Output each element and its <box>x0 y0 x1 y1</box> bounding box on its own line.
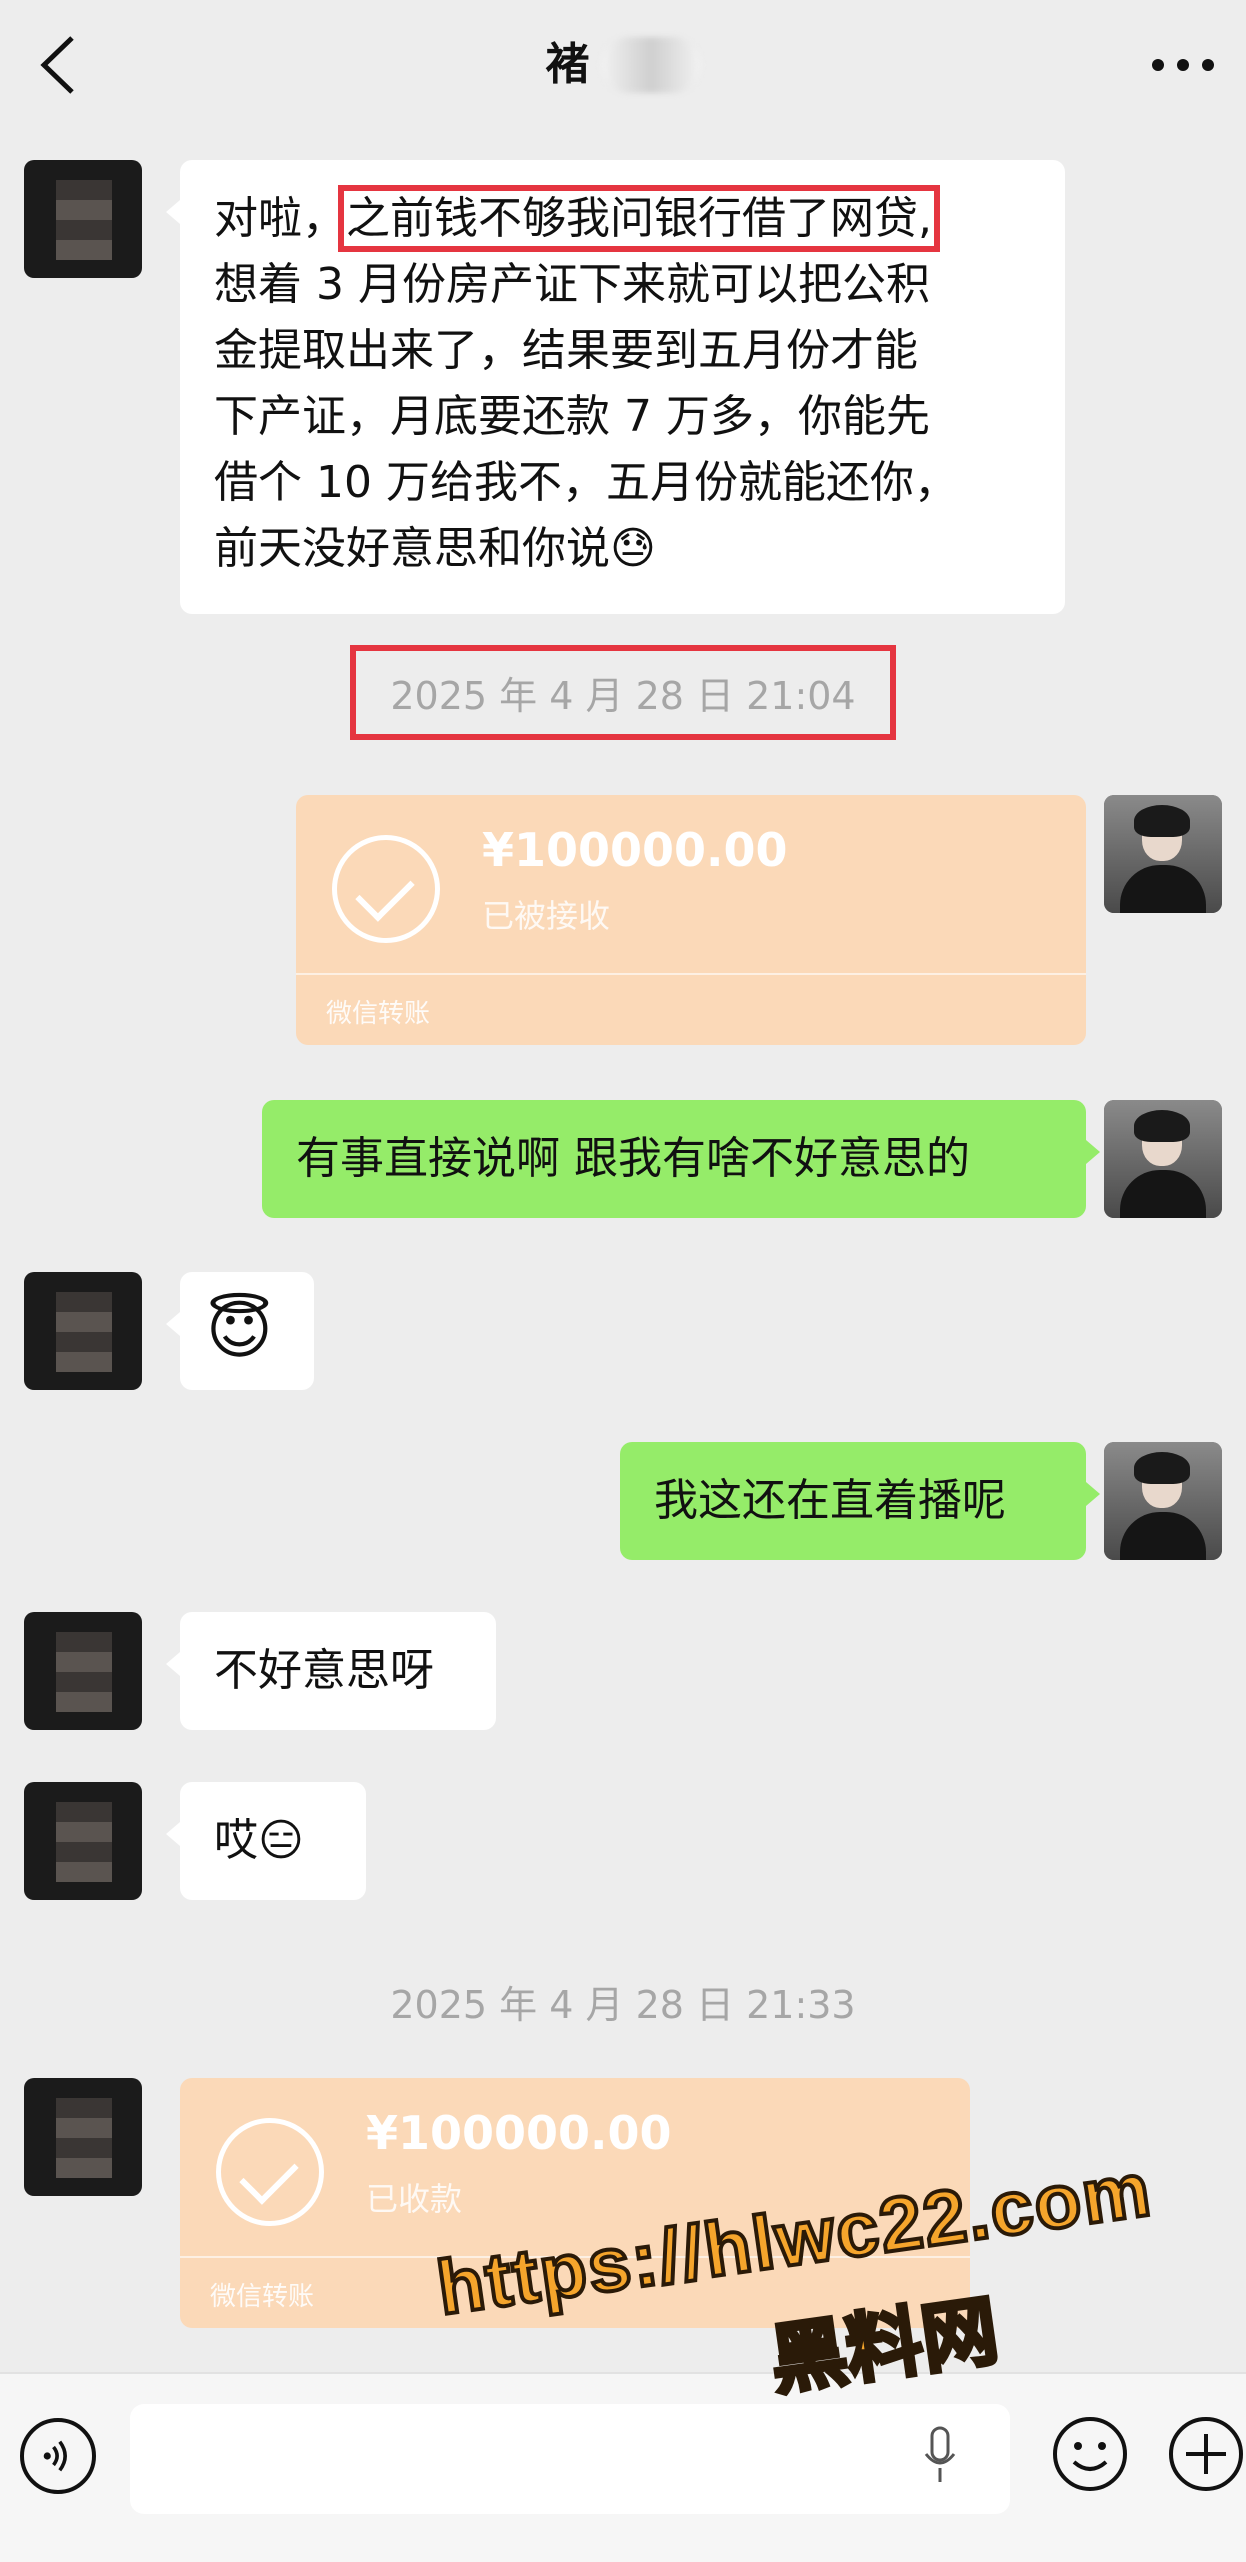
highlighted-text: 之前钱不够我问银行借了网贷, <box>338 185 940 252</box>
emoji-icon[interactable] <box>1050 2414 1130 2494</box>
message-text: 对啦， <box>214 193 346 244</box>
highlighted-timestamp: 2025 年 4 月 28 日 21:04 <box>350 645 896 740</box>
message-bubble-outgoing[interactable]: 我这还在直着播呢 <box>620 1442 1100 1560</box>
emoji: 😑 <box>258 1815 304 1866</box>
message-text: 下产证，月底要还款 7 万多，你能先 <box>214 391 930 442</box>
contact-avatar[interactable] <box>24 1782 142 1900</box>
message-text: 我这还在直着播呢 <box>654 1475 1006 1526</box>
blurred-name <box>600 37 701 93</box>
transfer-footer: 微信转账 <box>210 2282 315 2312</box>
message-text: 想着 3 月份房产证下来就可以把公积 <box>214 259 930 310</box>
contact-avatar[interactable] <box>24 1612 142 1730</box>
transfer-card[interactable]: ¥100000.00 已被接收 微信转账 <box>296 795 1086 1045</box>
watermark-site: 黑料网 <box>763 2284 1005 2408</box>
voice-icon[interactable] <box>20 2418 96 2494</box>
message-bubble-outgoing[interactable]: 有事直接说啊 跟我有啥不好意思的 <box>262 1100 1100 1218</box>
message-text: 借个 10 万给我不，五月份就能还你， <box>214 457 958 508</box>
more-dots-icon[interactable] <box>1148 40 1218 90</box>
plus-icon[interactable] <box>1166 2414 1246 2494</box>
divider <box>296 973 1086 975</box>
transfer-status: 已被接收 <box>482 897 611 935</box>
contact-avatar[interactable] <box>24 160 142 278</box>
microphone-icon[interactable] <box>922 2426 958 2486</box>
message-text: 哎 <box>214 1815 258 1866</box>
chat-title-area: 褚 <box>0 30 1246 100</box>
my-avatar[interactable] <box>1104 1100 1222 1218</box>
chat-title: 褚 <box>545 39 590 90</box>
my-avatar[interactable] <box>1104 795 1222 913</box>
transfer-amount: ¥100000.00 <box>366 2106 672 2160</box>
message-bubble-incoming[interactable]: 不好意思呀 <box>166 1612 496 1730</box>
contact-avatar[interactable] <box>24 2078 142 2196</box>
message-bubble-incoming[interactable]: 哎😑 <box>166 1782 366 1900</box>
message-text: 前天没好意思和你说 <box>214 523 610 574</box>
message-text: 不好意思呀 <box>214 1645 434 1696</box>
check-icon <box>216 2118 324 2226</box>
message-text: 金提取出来了，结果要到五月份才能 <box>214 325 918 376</box>
sticker-emoji: 😇 <box>206 1294 273 1368</box>
check-icon <box>332 835 440 943</box>
timestamp: 2025 年 4 月 28 日 21:33 <box>390 1983 856 2027</box>
contact-avatar[interactable] <box>24 1272 142 1390</box>
message-bubble-incoming[interactable]: 对啦，之前钱不够我问银行借了网贷, 想着 3 月份房产证下来就可以把公积 金提取… <box>166 160 1065 614</box>
transfer-footer: 微信转账 <box>326 999 431 1029</box>
sticker-bubble[interactable]: 😇 <box>166 1272 314 1390</box>
message-text: 有事直接说啊 跟我有啥不好意思的 <box>296 1133 970 1184</box>
timestamp: 2025 年 4 月 28 日 21:04 <box>0 645 1246 740</box>
emoji: 😓 <box>610 523 656 574</box>
transfer-amount: ¥100000.00 <box>482 823 788 877</box>
my-avatar[interactable] <box>1104 1442 1222 1560</box>
transfer-status: 已收款 <box>366 2180 463 2218</box>
chat-header: 褚 <box>0 0 1246 140</box>
